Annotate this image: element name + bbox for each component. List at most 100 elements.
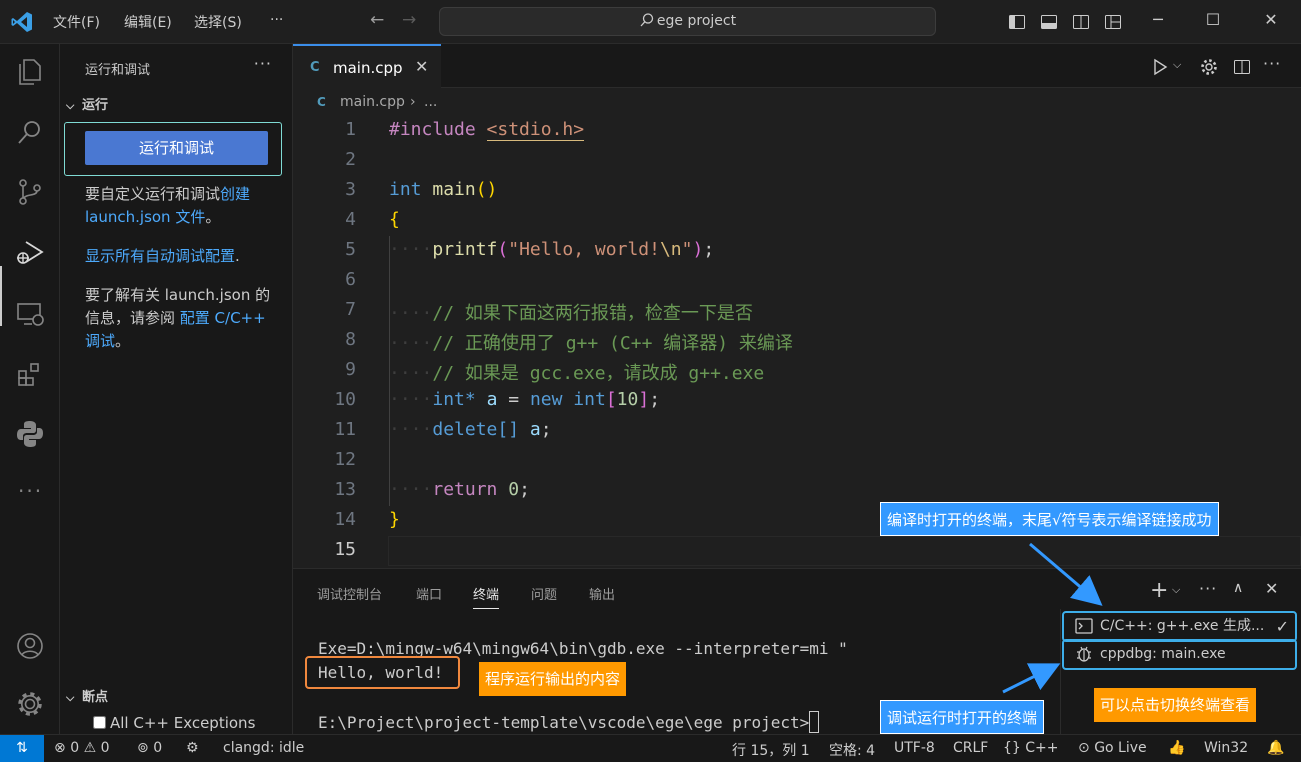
code-line: 10 ····int* a = new int[10];	[293, 386, 1301, 416]
menu-more[interactable]: ···	[270, 12, 283, 28]
customize-layout-icon[interactable]	[1103, 12, 1123, 32]
run-section-header[interactable]: ⌵ 运行	[66, 94, 108, 113]
toggle-primary-sidebar-icon[interactable]	[1007, 12, 1027, 32]
close-tab-icon[interactable]: ✕	[415, 57, 428, 76]
run-dropdown-icon[interactable]: ⌵	[1173, 58, 1181, 72]
maximize-panel-icon[interactable]: ∧	[1233, 580, 1243, 596]
python-icon[interactable]	[14, 418, 46, 450]
cursor-position[interactable]: 行 15，列 1	[732, 740, 810, 760]
chevron-down-icon: ⌵	[66, 99, 75, 112]
source-control-icon[interactable]	[14, 176, 46, 208]
explorer-icon[interactable]	[14, 56, 46, 88]
tab-terminal[interactable]: 终端	[473, 584, 500, 609]
show-auto-debug-link[interactable]: 显示所有自动调试配置	[85, 247, 235, 265]
debug-status-icon[interactable]: ⚙	[186, 740, 199, 756]
menu-file[interactable]: 文件(F)	[53, 12, 100, 32]
clangd-status[interactable]: clangd: idle	[223, 740, 304, 756]
platform[interactable]: Win32	[1204, 740, 1248, 756]
token: a	[486, 389, 498, 410]
forward-arrow-icon[interactable]: →	[402, 10, 416, 30]
active-indicator	[0, 266, 2, 326]
check-icon: ✓	[1275, 617, 1289, 636]
remote-indicator-icon[interactable]: ⇅	[0, 735, 44, 762]
new-terminal-icon[interactable]: +	[1150, 578, 1168, 603]
auto-debug-end: .	[235, 247, 240, 265]
breakpoint-label: All C++ Exceptions	[110, 714, 256, 732]
title-bar: 文件(F) 编辑(E) 选择(S) ··· ← → ege project ─ …	[0, 0, 1301, 44]
language-mode[interactable]: {} C++	[1003, 740, 1059, 756]
terminal-dropdown-icon[interactable]: ⌵	[1172, 583, 1180, 597]
editor-more-icon[interactable]: ···	[1263, 54, 1281, 73]
breakpoint-checkbox[interactable]	[93, 716, 106, 729]
terminal-item-debug[interactable]: cppdbg: main.exe	[1062, 639, 1297, 670]
tab-debug-console[interactable]: 调试控制台	[317, 584, 382, 603]
menu-selection[interactable]: 选择(S)	[194, 12, 242, 32]
encoding[interactable]: UTF-8	[894, 740, 935, 756]
tab-main-cpp[interactable]: C main.cpp ✕	[293, 44, 441, 89]
go-live-button[interactable]: ⊙ Go Live	[1078, 740, 1147, 756]
broadcast-icon: ⊙	[1078, 740, 1090, 756]
close-panel-icon[interactable]: ✕	[1265, 579, 1278, 598]
search-icon	[640, 13, 654, 27]
command-center-search[interactable]: ege project	[439, 7, 936, 36]
breadcrumb-file[interactable]: main.cpp	[340, 94, 405, 110]
run-button-focus-frame: 运行和调试	[64, 122, 282, 176]
tab-problems[interactable]: 问题	[531, 584, 557, 603]
extensions-icon[interactable]	[14, 358, 46, 390]
run-file-icon[interactable]	[1151, 58, 1169, 76]
remote-explorer-icon[interactable]	[14, 298, 46, 330]
code-line: 8 ····// 正确使用了 g++ (C++ 编译器) 来编译	[293, 326, 1301, 356]
panel-more-icon[interactable]: ···	[1199, 579, 1217, 598]
code-text: ····// 正确使用了 g++ (C++ 编译器) 来编译	[389, 333, 793, 354]
breakpoints-section-header[interactable]: ⌵ 断点	[66, 686, 108, 705]
settings-gear-icon[interactable]	[1199, 57, 1219, 77]
code-line: 4 {	[293, 206, 1301, 236]
line-number: 1	[345, 119, 356, 140]
code-editor[interactable]: 1 #include <stdio.h> 2 3 int main() 4 { …	[293, 116, 1301, 568]
manage-gear-icon[interactable]	[14, 688, 46, 720]
minimize-icon[interactable]: ─	[1148, 10, 1168, 29]
code-text: ····int* a = new int[10];	[389, 389, 661, 410]
launch-info-text: 要了解有关 launch.json 的信息，请参阅 配置 C/C++ 调试。	[85, 284, 285, 353]
editor-tab-bar: C main.cpp ✕ ⌵ ···	[293, 44, 1301, 89]
breadcrumb-more[interactable]: ...	[424, 94, 437, 110]
close-window-icon[interactable]: ✕	[1261, 10, 1281, 29]
token: "	[681, 239, 693, 260]
problems-status[interactable]: ⊗ 0 ⚠ 0	[54, 740, 110, 756]
tab-ports[interactable]: 端口	[416, 584, 442, 603]
status-bar: ⇅ ⊗ 0 ⚠ 0 ⊚ 0 ⚙ clangd: idle 行 15，列 1 空格…	[0, 734, 1301, 762]
ports-status[interactable]: ⊚ 0	[137, 740, 162, 756]
line-number: 9	[345, 359, 356, 380]
accounts-icon[interactable]	[14, 630, 46, 662]
line-number: 8	[345, 329, 356, 350]
tab-output[interactable]: 输出	[589, 584, 615, 603]
more-views-icon[interactable]: ···	[18, 479, 43, 503]
search-icon[interactable]	[14, 116, 46, 148]
annotation-debug-terminal: 调试运行时打开的终端	[880, 700, 1045, 734]
line-ending[interactable]: CRLF	[953, 740, 988, 756]
token: int	[389, 179, 422, 200]
vscode-logo-icon[interactable]	[10, 10, 34, 34]
warning-icon: ⚠	[83, 740, 97, 756]
terminal-item-label: cppdbg: main.exe	[1100, 646, 1226, 662]
sidebar-more-button[interactable]: ···	[254, 54, 272, 73]
toggle-panel-icon[interactable]	[1039, 12, 1059, 32]
maximize-icon[interactable]: ☐	[1203, 10, 1223, 29]
indentation[interactable]: 空格: 4	[829, 740, 875, 760]
run-and-debug-icon[interactable]	[14, 236, 46, 268]
terminal-prompt[interactable]: E:\Project\project-template\vscode\ege\e…	[318, 711, 820, 733]
feedback-icon[interactable]: 👍	[1168, 740, 1185, 756]
run-and-debug-button[interactable]: 运行和调试	[85, 131, 268, 165]
split-editor-icon[interactable]	[1232, 57, 1252, 77]
menu-edit[interactable]: 编辑(E)	[124, 12, 172, 32]
terminal-item-build[interactable]: C/C++: g++.exe 生成... ✓	[1062, 611, 1297, 642]
code-line: 9 ····// 如果是 gcc.exe，请改成 g++.exe	[293, 356, 1301, 386]
code-line: 3 int main()	[293, 176, 1301, 206]
line-number: 11	[334, 419, 356, 440]
broadcast-icon: ⊚	[137, 740, 149, 756]
back-arrow-icon[interactable]: ←	[370, 10, 384, 30]
toggle-secondary-sidebar-icon[interactable]	[1071, 12, 1091, 32]
notifications-bell-icon[interactable]: 🔔	[1267, 740, 1284, 756]
breakpoint-item[interactable]: All C++ Exceptions	[93, 714, 255, 732]
token: \n	[659, 239, 682, 260]
